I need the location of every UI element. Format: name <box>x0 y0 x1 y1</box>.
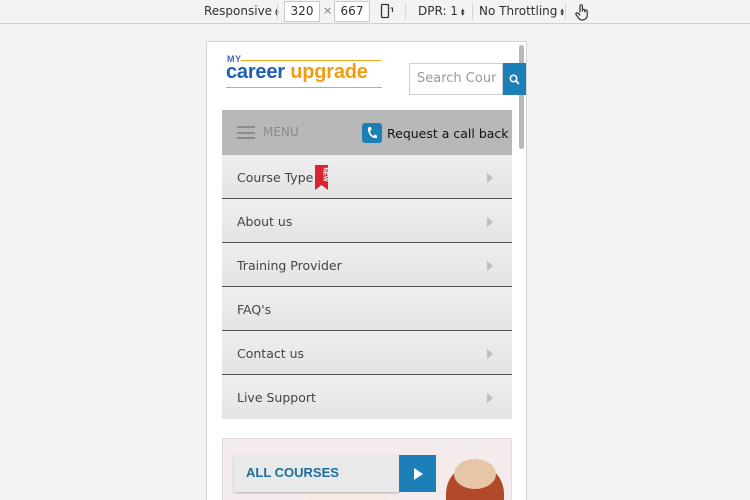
hamburger-icon[interactable] <box>237 126 255 139</box>
divider <box>405 3 406 20</box>
device-select[interactable]: Responsive <box>204 0 280 23</box>
chevron-right-icon <box>487 173 493 183</box>
menu-item-about-us[interactable]: About us <box>222 199 512 243</box>
height-input[interactable]: 667 <box>334 1 370 22</box>
career-upgrade-logo[interactable]: MY career upgrade <box>226 54 384 90</box>
chevron-right-icon <box>487 349 493 359</box>
dimension-separator: × <box>323 4 333 17</box>
new-ribbon-icon: NEW <box>314 165 329 190</box>
search-icon <box>509 73 520 85</box>
chevron-right-icon <box>487 217 493 227</box>
dpr-select[interactable]: DPR: 1 <box>418 0 466 23</box>
devtools-toolbar: Responsive 320 × 667 DPR: 1 No Throttlin… <box>0 0 750 24</box>
phone-icon <box>362 123 382 143</box>
logo-career-word: career <box>226 61 285 83</box>
callback-label: Request a call back <box>387 125 509 141</box>
throttling-select[interactable]: No Throttling <box>479 0 565 23</box>
menu-item-training-provider[interactable]: Training Provider <box>222 243 512 287</box>
search-button[interactable] <box>503 63 526 95</box>
menu-item-label: Live Support <box>237 390 316 405</box>
width-input[interactable]: 320 <box>284 1 320 22</box>
all-courses-banner: ALL COURSES <box>222 438 512 500</box>
chevron-right-icon <box>487 261 493 271</box>
rotate-device-icon[interactable] <box>380 3 394 20</box>
scrollbar[interactable] <box>519 45 524 149</box>
divider <box>565 3 566 20</box>
search-input[interactable]: Search Cour <box>409 63 503 95</box>
nav-menu: Course Type NEW About us Training Provid… <box>222 155 512 419</box>
menu-item-course-type[interactable]: Course Type NEW <box>222 155 512 199</box>
menu-item-live-support[interactable]: Live Support <box>222 375 512 419</box>
menu-item-label: Course Type <box>237 170 314 185</box>
new-badge-text: NEW <box>322 168 328 182</box>
all-courses-go-button[interactable] <box>399 455 436 492</box>
play-icon <box>413 467 423 480</box>
logo-upgrade-word: upgrade <box>290 61 368 83</box>
menu-item-label: Training Provider <box>237 258 342 273</box>
device-viewport: MY career upgrade Search Cour MENU Reque… <box>206 41 527 500</box>
menu-item-label: Contact us <box>237 346 305 361</box>
banner-image <box>454 459 496 489</box>
menu-item-label: About us <box>237 214 293 229</box>
menu-toggle-label[interactable]: MENU <box>263 125 299 139</box>
divider <box>277 3 278 20</box>
touch-hand-icon[interactable] <box>574 3 590 21</box>
logo-underline <box>226 87 382 88</box>
menu-item-faqs[interactable]: FAQ's <box>222 287 512 331</box>
divider <box>472 3 473 20</box>
chevron-right-icon <box>487 393 493 403</box>
all-courses-label: ALL COURSES <box>246 465 339 480</box>
menu-item-label: FAQ's <box>237 302 272 317</box>
all-courses-button[interactable]: ALL COURSES <box>234 455 399 492</box>
menu-bar: MENU Request a call back <box>222 110 512 155</box>
request-callback-link[interactable]: Request a call back <box>362 123 509 143</box>
logo-brand-text: career upgrade <box>226 61 368 84</box>
menu-item-contact-us[interactable]: Contact us <box>222 331 512 375</box>
